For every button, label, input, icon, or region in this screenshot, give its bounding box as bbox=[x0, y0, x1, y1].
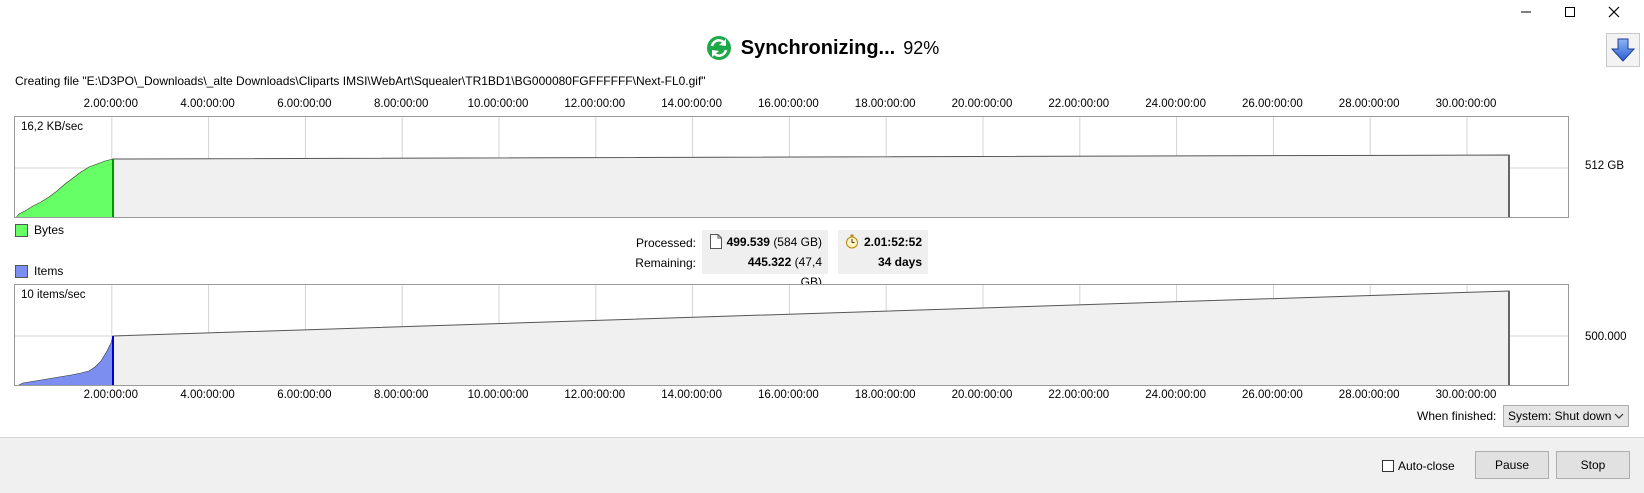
bytes-legend-label: Bytes bbox=[34, 223, 65, 237]
remaining-count: 445.322 bbox=[747, 255, 792, 269]
time-tick-label: 18.00:00:00 bbox=[854, 389, 916, 401]
file-icon bbox=[710, 234, 722, 249]
time-tick-label: 20.00:00:00 bbox=[951, 98, 1013, 110]
time-tick-label: 12.00:00:00 bbox=[564, 389, 626, 401]
projection-area bbox=[112, 154, 1510, 217]
time-tick-label: 26.00:00:00 bbox=[1242, 389, 1303, 401]
time-tick-label: 30.00:00:00 bbox=[1435, 389, 1497, 401]
auto-close-check[interactable] bbox=[1382, 460, 1394, 472]
stop-button[interactable]: Stop bbox=[1556, 451, 1630, 479]
remaining-label: Remaining: bbox=[635, 256, 696, 270]
time-tick-label: 20.00:00:00 bbox=[951, 389, 1013, 401]
time-tick-label: 14.00:00:00 bbox=[661, 98, 722, 110]
maximize-icon bbox=[1565, 7, 1575, 17]
time-tick-label: 2.00:00:00 bbox=[83, 389, 138, 401]
time-tick-label: 4.00:00:00 bbox=[180, 98, 235, 110]
processed-label: Processed: bbox=[635, 236, 696, 250]
time-tick-label: 16.00:00:00 bbox=[758, 389, 819, 401]
items-legend-swatch bbox=[15, 264, 28, 278]
auto-close-checkbox[interactable]: Auto-close bbox=[1382, 459, 1455, 473]
stopwatch-icon bbox=[846, 234, 858, 249]
close-icon bbox=[1608, 6, 1620, 18]
time-tick-label: 6.00:00:00 bbox=[277, 389, 332, 401]
time-tick-label: 12.00:00:00 bbox=[564, 98, 626, 110]
items-legend-label: Items bbox=[34, 264, 64, 278]
minimize-button[interactable] bbox=[1504, 0, 1548, 24]
time-tick-label: 22.00:00:00 bbox=[1048, 389, 1110, 401]
when-finished-label: When finished: bbox=[1417, 409, 1497, 423]
sync-icon bbox=[706, 36, 731, 60]
when-finished-select[interactable]: System: Shut down bbox=[1503, 405, 1629, 427]
time-tick-label: 8.00:00:00 bbox=[374, 98, 429, 110]
processed-count: 499.539 bbox=[726, 235, 770, 249]
bytes-rate-label: 16,2 KB/sec bbox=[21, 121, 84, 133]
close-button[interactable] bbox=[1592, 0, 1636, 24]
stats-labels: Processed: Remaining: bbox=[600, 233, 696, 273]
time-tick-label: 24.00:00:00 bbox=[1145, 389, 1206, 401]
items-rate-label: 10 items/sec bbox=[21, 289, 86, 301]
chevron-down-icon bbox=[1614, 413, 1624, 419]
time-tick-label: 28.00:00:00 bbox=[1338, 98, 1400, 110]
bytes-graph-canvas bbox=[15, 117, 1568, 217]
bytes-legend-swatch bbox=[15, 223, 28, 237]
time-tick-label: 28.00:00:00 bbox=[1338, 389, 1400, 401]
bytes-graph: 16,2 KB/sec bbox=[14, 116, 1569, 218]
title-text: Synchronizing... bbox=[740, 36, 896, 59]
time-tick-label: 6.00:00:00 bbox=[277, 98, 332, 110]
time-tick-label: 10.00:00:00 bbox=[467, 389, 529, 401]
time-tick-label: 24.00:00:00 bbox=[1145, 98, 1206, 110]
items-total-label: 500.000 bbox=[1585, 331, 1627, 343]
remaining-time: 34 days bbox=[877, 255, 922, 269]
time-tick-label: 18.00:00:00 bbox=[854, 98, 916, 110]
minimize-icon bbox=[1521, 11, 1531, 13]
items-stats-box: 499.539 (584 GB) 445.322 (47,4 GB) bbox=[702, 230, 828, 289]
time-tick-label: 8.00:00:00 bbox=[374, 389, 429, 401]
when-finished-value: System: Shut down bbox=[1508, 409, 1612, 423]
time-tick-label: 26.00:00:00 bbox=[1242, 98, 1303, 110]
items-legend: Items bbox=[15, 264, 63, 278]
items-graph-canvas bbox=[15, 285, 1568, 385]
time-tick-label: 22.00:00:00 bbox=[1048, 98, 1110, 110]
time-tick-label: 16.00:00:00 bbox=[758, 98, 819, 110]
current-operation-text: Creating file "E:\D3PO\_Downloads\_alte … bbox=[15, 74, 706, 88]
sync-title: Synchronizing... 92% bbox=[0, 34, 1644, 62]
items-graph: 10 items/sec bbox=[14, 284, 1569, 386]
progress-area bbox=[19, 336, 113, 385]
time-tick-label: 4.00:00:00 bbox=[180, 389, 235, 401]
projection-area bbox=[112, 290, 1510, 385]
bytes-legend: Bytes bbox=[15, 223, 64, 237]
time-tick-label: 14.00:00:00 bbox=[661, 389, 722, 401]
time-tick-label: 30.00:00:00 bbox=[1435, 98, 1497, 110]
time-tick-label: 10.00:00:00 bbox=[467, 98, 529, 110]
time-tick-label: 2.00:00:00 bbox=[83, 98, 138, 110]
pause-button[interactable]: Pause bbox=[1475, 451, 1549, 479]
time-stats-box: 2.01:52:52 34 days bbox=[838, 230, 928, 274]
processed-size: (584 GB) bbox=[773, 235, 822, 249]
elapsed-time: 2.01:52:52 bbox=[863, 235, 922, 249]
maximize-button[interactable] bbox=[1548, 0, 1592, 24]
auto-close-label: Auto-close bbox=[1398, 459, 1455, 473]
progress-percent: 92% bbox=[903, 37, 940, 58]
bytes-total-label: 512 GB bbox=[1585, 160, 1624, 172]
